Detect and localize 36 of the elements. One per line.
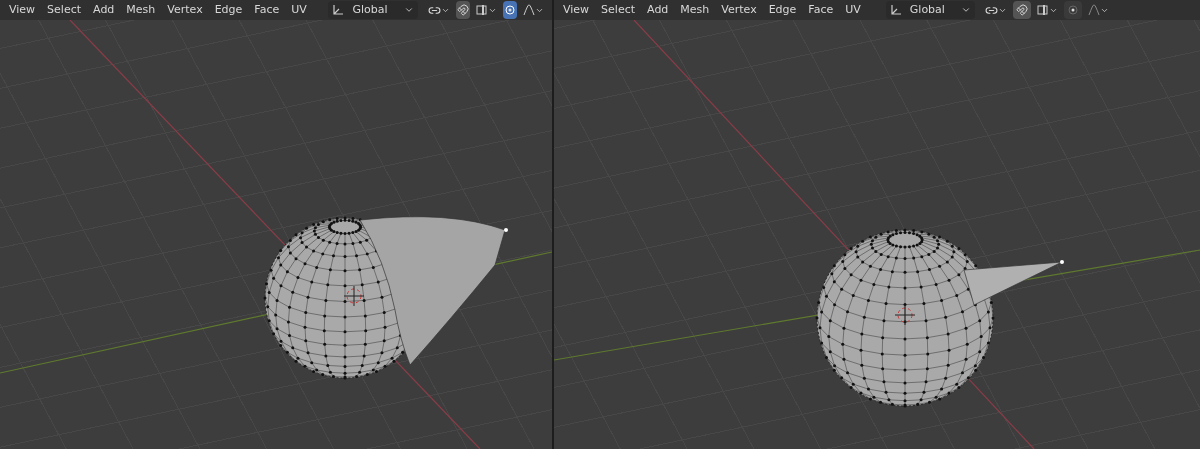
menu-item[interactable]: Mesh [675,1,715,19]
3d-cursor-icon [343,285,365,307]
menu-item[interactable]: UV [840,1,866,19]
proportional-editing-toggle[interactable] [502,1,517,19]
menu-item[interactable]: View [558,1,595,19]
snap-target-icon [475,4,488,16]
menu-item[interactable]: Face [803,1,839,19]
menu-item[interactable]: Select [42,1,87,19]
orientation-dropdown[interactable]: Global [328,1,418,19]
caret-icon [960,5,971,15]
caret-icon [403,5,414,15]
snap-toggle[interactable] [1012,1,1031,19]
menu-item[interactable]: View [4,1,41,19]
falloff-curve-icon [1087,4,1100,16]
proportional-icon [504,5,515,15]
snap-toggle[interactable] [455,1,470,19]
menu-item[interactable]: Vertex [162,1,208,19]
menu-item[interactable]: Edge [209,1,248,19]
proportional-icon [1067,5,1078,15]
menu-item[interactable]: Face [249,1,285,19]
axes-icon [332,4,345,16]
magnet-icon [456,4,469,16]
magnet-icon [1015,4,1028,16]
snap-target-icon [1036,4,1049,16]
menu-item[interactable]: Select [596,1,641,19]
3d-cursor-icon [894,304,916,326]
proportional-editing-toggle[interactable] [1063,1,1082,19]
menu-item[interactable]: Mesh [121,1,161,19]
menu-item[interactable]: Edge [763,1,802,19]
menu-item[interactable]: Vertex [716,1,762,19]
menu-item[interactable]: Add [642,1,674,19]
axes-icon [889,4,902,16]
falloff-curve-icon [523,4,535,16]
menu-item[interactable]: UV [286,1,312,19]
menu-item[interactable]: Add [88,1,120,19]
orientation-dropdown[interactable]: Global [885,1,975,19]
